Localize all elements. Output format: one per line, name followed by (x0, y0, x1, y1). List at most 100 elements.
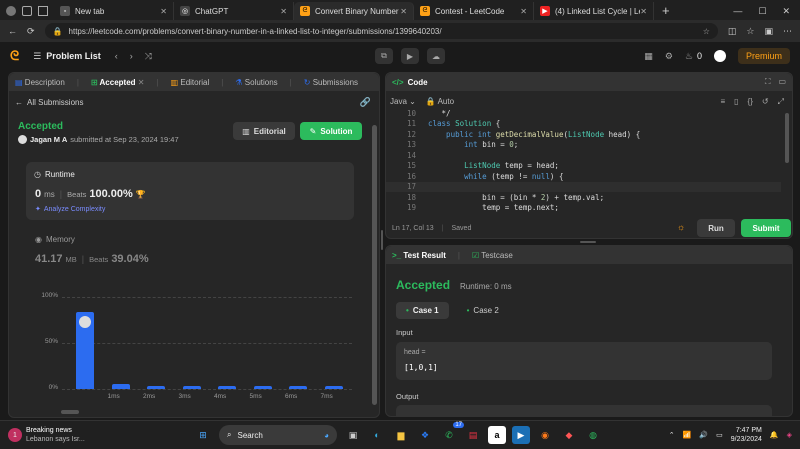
case-1-tab[interactable]: • Case 1 (396, 302, 449, 319)
collections-icon[interactable]: ▣ (764, 26, 773, 37)
shuffle-icon[interactable]: ⤨ (145, 51, 152, 62)
upload-icon[interactable]: ☁ (427, 48, 445, 64)
chart-bar[interactable] (289, 386, 307, 389)
chart-bar[interactable] (147, 386, 165, 389)
expand-icon[interactable]: ⤢ (778, 97, 784, 107)
collapse-icon[interactable]: ▭ (778, 77, 786, 87)
horizontal-splitter[interactable] (580, 241, 596, 243)
browser-tab[interactable]: ▫ New tab ✕ (54, 2, 174, 20)
volume-icon[interactable]: 🔊 (699, 431, 708, 439)
chart-bar[interactable] (324, 386, 343, 389)
chart-bar[interactable] (182, 386, 201, 389)
minimize-icon[interactable]: — (733, 6, 742, 16)
tab-editorial[interactable]: ▥ Editorial (171, 78, 210, 87)
maximize-icon[interactable]: ☐ (758, 6, 766, 17)
news-widget[interactable]: 1 Breaking news Lebanon says Isr... (0, 426, 180, 444)
profile-icon[interactable] (6, 6, 16, 16)
submit-button[interactable]: Submit (741, 219, 791, 237)
tab-submissions[interactable]: ↻ Submissions (304, 78, 358, 87)
close-tab-icon[interactable]: ✕ (520, 7, 527, 16)
next-problem-icon[interactable]: › (130, 51, 133, 61)
favorites-icon[interactable]: ☆ (746, 26, 754, 37)
premium-button[interactable]: Premium (737, 48, 790, 64)
run-button[interactable]: Run (697, 219, 735, 237)
problem-list-link[interactable]: Problem List (46, 51, 101, 61)
task-view-icon[interactable]: ▣ (344, 426, 362, 444)
leetcode-logo-icon[interactable]: ᘓ (10, 48, 19, 64)
whatsapp-icon[interactable]: ✆ 17 (440, 422, 464, 444)
store-icon[interactable]: ◆ (560, 426, 578, 444)
file-explorer-icon[interactable]: ▆ (392, 426, 410, 444)
language-select[interactable]: Java ⌄ (390, 97, 416, 106)
reset-icon[interactable]: ↺ (762, 97, 769, 107)
workspaces-icon[interactable] (22, 6, 32, 16)
avatar[interactable] (713, 50, 726, 62)
problem-list-icon[interactable]: ☰ (33, 51, 41, 62)
close-tab-icon[interactable]: ✕ (280, 7, 287, 16)
layout-icon[interactable]: ▦ (644, 51, 653, 62)
all-submissions-link[interactable]: ← All Submissions (15, 98, 83, 107)
notification-icon[interactable]: 🔔 (770, 431, 779, 439)
tab-test-result[interactable]: >_ Test Result (392, 251, 446, 260)
favorite-icon[interactable]: ☆ (703, 27, 710, 36)
browser-tab[interactable]: ◎ ChatGPT ✕ (174, 2, 294, 20)
bookmark-icon[interactable]: ▯ (734, 97, 738, 107)
browser-tab[interactable]: ▶ (4) Linked List Cycle | Leetc✕ (534, 2, 654, 20)
user-name[interactable]: Jagan M A (30, 135, 67, 144)
code-editor[interactable]: 10 */11 class Solution {12 public int get… (386, 108, 781, 214)
memory-stats[interactable]: 41.17 MB | Beats 39.04% (35, 253, 149, 265)
split-screen-icon[interactable]: ◫ (728, 26, 737, 37)
edge-icon[interactable]: ◐ (368, 426, 386, 444)
fullscreen-icon[interactable]: ⛶ (765, 77, 771, 87)
wifi-icon[interactable]: 📶 (683, 431, 692, 439)
office-icon[interactable]: ▤ (464, 426, 482, 444)
windows-start-icon[interactable]: ⊞ (194, 426, 212, 444)
chart-scroll-thumb[interactable] (61, 410, 79, 414)
copilot-icon[interactable]: ◈ (787, 431, 792, 439)
taskbar-search[interactable]: ⌕ Search ◕ (219, 425, 337, 445)
tab-description[interactable]: ▤ Description (15, 78, 65, 87)
analyze-complexity-link[interactable]: ✦ Analyze Complexity (35, 205, 105, 214)
solution-button[interactable]: ✎ Solution (300, 122, 362, 140)
tab-testcase[interactable]: ☑ Testcase (472, 251, 513, 260)
new-tab-button[interactable]: + (662, 2, 670, 20)
refresh-icon[interactable]: ⟳ (27, 26, 35, 37)
settings-icon[interactable]: ⚙ (665, 51, 673, 62)
browser-tab[interactable]: ᘓ Contest - LeetCode ✕ (414, 2, 534, 20)
braces-icon[interactable]: {} (748, 97, 753, 107)
close-icon[interactable]: ✕ (782, 6, 790, 17)
tab-actions-icon[interactable] (38, 6, 48, 16)
close-tab-icon[interactable]: ✕ (400, 7, 407, 16)
editor-scrollbar[interactable] (785, 113, 789, 163)
editorial-button[interactable]: ▥ Editorial (233, 122, 295, 140)
close-tab-icon[interactable]: ✕ (640, 7, 647, 16)
vertical-splitter[interactable] (381, 230, 383, 250)
amazon-icon[interactable]: a (488, 426, 506, 444)
chart-bar[interactable] (111, 384, 130, 389)
notes-icon[interactable]: ☼ (677, 222, 685, 232)
browser-tab[interactable]: ᘓ Convert Binary Number in a✕ (294, 2, 414, 20)
chevron-up-icon[interactable]: ⌃ (669, 431, 675, 439)
firefox-icon[interactable]: ◉ (536, 426, 554, 444)
spotify-icon[interactable]: ◍ (584, 426, 602, 444)
dropbox-icon[interactable]: ❖ (416, 426, 434, 444)
back-icon[interactable]: ← (8, 26, 17, 36)
left-panel-scrollbar[interactable] (372, 125, 377, 405)
browser-menu-icon[interactable]: ⋯ (783, 26, 792, 37)
clock[interactable]: 7:47 PM 9/23/2024 (731, 426, 762, 444)
battery-icon[interactable]: ▭ (716, 431, 723, 439)
format-icon[interactable]: ≡ (720, 97, 725, 107)
tab-solutions[interactable]: ⚗ Solutions (235, 78, 277, 87)
prime-video-icon[interactable]: ▶ (512, 426, 530, 444)
run-code-icon[interactable]: ▶ (401, 48, 419, 64)
link-icon[interactable]: 🔗 (360, 97, 371, 108)
debug-icon[interactable]: ⧉ (375, 48, 393, 64)
chart-bar[interactable] (218, 386, 236, 389)
tab-accepted[interactable]: ⊞ Accepted ✕ (91, 78, 145, 87)
case-2-tab[interactable]: • Case 2 (457, 302, 509, 319)
close-tab-icon[interactable]: ✕ (138, 78, 145, 87)
close-tab-icon[interactable]: ✕ (160, 7, 167, 16)
url-bar[interactable]: 🔒 https://leetcode.com/problems/convert-… (44, 23, 718, 39)
chart-bar[interactable] (253, 386, 272, 389)
auto-toggle[interactable]: 🔒 Auto (426, 97, 454, 106)
